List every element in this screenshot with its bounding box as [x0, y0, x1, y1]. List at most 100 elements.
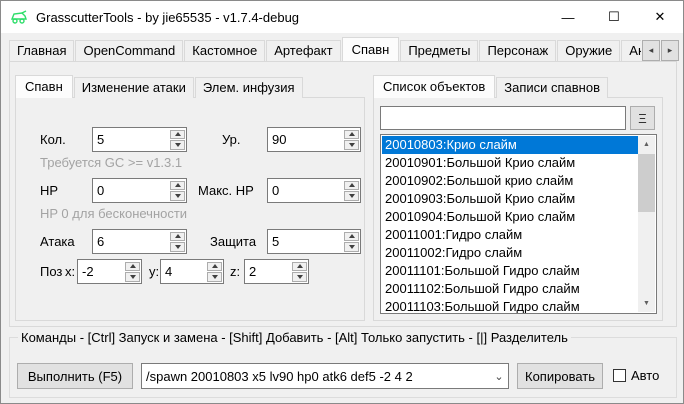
tab-zapisi-spavnov[interactable]: Записи спавнов: [496, 77, 608, 98]
hp-stepper[interactable]: 0: [92, 178, 187, 203]
tab-scroll-left-icon[interactable]: ◂: [642, 40, 660, 61]
def-value[interactable]: 5: [268, 230, 343, 253]
list-item[interactable]: 20011102:Большой Гидро слайм: [382, 280, 638, 298]
close-button[interactable]: ✕: [637, 1, 683, 33]
main-tab-strip: Главная OpenCommand Кастомное Артефакт С…: [9, 37, 677, 61]
def-label: Защита: [210, 229, 256, 254]
titlebar: GrasscutterTools - by jie65535 - v1.7.4-…: [1, 1, 683, 33]
subtab-izmenenie-ataki[interactable]: Изменение атаки: [74, 77, 194, 98]
gc-version-note: Требуется GC >= v1.3.1: [40, 155, 182, 171]
pos-x-down-icon[interactable]: [125, 272, 140, 282]
auto-checkbox[interactable]: [613, 369, 626, 382]
list-item[interactable]: 20011101:Большой Гидро слайм: [382, 262, 638, 280]
app-window: GrasscutterTools - by jie65535 - v1.7.4-…: [0, 0, 684, 404]
commands-group-label: Команды - [Ctrl] Запуск и замена - [Shif…: [18, 330, 571, 345]
list-item[interactable]: 20011002:Гидро слайм: [382, 244, 638, 262]
auto-checkbox-label: Авто: [631, 363, 659, 388]
minimize-button[interactable]: —: [545, 1, 591, 33]
list-item[interactable]: 20010903:Большой Крио слайм: [382, 190, 638, 208]
subtab-elem-infuziya[interactable]: Элем. инфузия: [195, 77, 303, 98]
scroll-up-icon[interactable]: ▲: [638, 136, 655, 153]
pos-x-stepper[interactable]: -2: [77, 259, 142, 284]
pos-x-value[interactable]: -2: [78, 260, 124, 283]
def-down-icon[interactable]: [344, 242, 359, 252]
atk-up-icon[interactable]: [170, 232, 185, 242]
maxhp-label: Макс. HP: [198, 178, 254, 203]
window-title: GrasscutterTools - by jie65535 - v1.7.4-…: [36, 10, 299, 25]
list-item[interactable]: 20010904:Большой Крио слайм: [382, 208, 638, 226]
atk-down-icon[interactable]: [170, 242, 185, 252]
pos-x-label: x:: [65, 259, 75, 284]
list-item[interactable]: 20011103:Большой Гидро слайм: [382, 298, 638, 314]
pos-y-label: y:: [149, 259, 159, 284]
hp-up-icon[interactable]: [170, 181, 185, 191]
run-button[interactable]: Выполнить (F5): [17, 363, 133, 389]
spawn-sub-tabs: Спавн Изменение атаки Элем. инфузия: [15, 75, 304, 98]
pos-x-up-icon[interactable]: [125, 262, 140, 272]
list-item[interactable]: 20010803:Крио слайм: [382, 136, 638, 154]
count-value[interactable]: 5: [93, 128, 169, 151]
main-tab-personazh[interactable]: Персонаж: [479, 40, 556, 61]
pos-y-value[interactable]: 4: [161, 260, 206, 283]
hp-value[interactable]: 0: [93, 179, 169, 202]
pos-y-down-icon[interactable]: [207, 272, 222, 282]
pos-y-up-icon[interactable]: [207, 262, 222, 272]
atk-stepper[interactable]: 6: [92, 229, 187, 254]
maxhp-down-icon[interactable]: [344, 191, 359, 201]
pos-y-stepper[interactable]: 4: [160, 259, 224, 284]
main-tab-kastomnoe[interactable]: Кастомное: [184, 40, 265, 61]
main-tab-oruzhie[interactable]: Оружие: [557, 40, 620, 61]
subtab-spavn[interactable]: Спавн: [15, 75, 73, 98]
maxhp-value[interactable]: 0: [268, 179, 343, 202]
pos-z-down-icon[interactable]: [292, 272, 307, 282]
main-tab-opencommand[interactable]: OpenCommand: [75, 40, 183, 61]
maxhp-stepper[interactable]: 0: [267, 178, 361, 203]
scrollbar-thumb[interactable]: [638, 154, 655, 212]
main-tab-predmety[interactable]: Предметы: [400, 40, 478, 61]
maximize-button[interactable]: ☐: [591, 1, 637, 33]
chevron-down-icon[interactable]: ⌄: [490, 370, 508, 383]
menu-icon[interactable]: Ξ: [630, 106, 655, 130]
app-icon: [10, 10, 28, 24]
level-up-icon[interactable]: [344, 130, 359, 140]
def-stepper[interactable]: 5: [267, 229, 361, 254]
command-text[interactable]: /spawn 20010803 x5 lv90 hp0 atk6 def5 -2…: [142, 365, 490, 388]
main-tab-artefakt[interactable]: Артефакт: [266, 40, 340, 61]
tab-spisok-obektov[interactable]: Список объектов: [373, 75, 495, 98]
main-tab-glavnaya[interactable]: Главная: [9, 40, 74, 61]
atk-label: Атака: [40, 229, 75, 254]
object-list-page: Ξ 20010803:Крио слайм 20010901:Большой К…: [373, 97, 663, 321]
object-list-tabs: Список объектов Записи спавнов: [373, 75, 609, 98]
hp-down-icon[interactable]: [170, 191, 185, 201]
level-down-icon[interactable]: [344, 140, 359, 150]
count-up-icon[interactable]: [170, 130, 185, 140]
hp-label: HP: [40, 178, 58, 203]
command-combobox[interactable]: /spawn 20010803 x5 lv90 hp0 atk6 def5 -2…: [141, 363, 509, 389]
pos-z-up-icon[interactable]: [292, 262, 307, 272]
list-item[interactable]: 20010901:Большой Крио слайм: [382, 154, 638, 172]
pos-z-label: z:: [230, 259, 240, 284]
count-stepper[interactable]: 5: [92, 127, 187, 152]
count-down-icon[interactable]: [170, 140, 185, 150]
object-listbox[interactable]: 20010803:Крио слайм 20010901:Большой Кри…: [380, 134, 657, 314]
hp-infinity-note: HP 0 для бесконечности: [40, 206, 187, 222]
main-tab-spavn[interactable]: Спавн: [342, 37, 400, 61]
level-stepper[interactable]: 90: [267, 127, 361, 152]
level-value[interactable]: 90: [268, 128, 343, 151]
copy-button[interactable]: Копировать: [517, 363, 603, 389]
tab-scroll-buttons: ◂ ▸: [641, 40, 679, 61]
spawn-form-page: Кол. 5 Ур. 90 Требуется GC >= v1.3.1 HP …: [15, 97, 365, 321]
def-up-icon[interactable]: [344, 232, 359, 242]
level-label: Ур.: [222, 127, 241, 152]
count-label: Кол.: [40, 127, 66, 152]
pos-z-stepper[interactable]: 2: [244, 259, 309, 284]
atk-value[interactable]: 6: [93, 230, 169, 253]
maxhp-up-icon[interactable]: [344, 181, 359, 191]
scroll-down-icon[interactable]: ▼: [638, 295, 655, 312]
pos-z-value[interactable]: 2: [245, 260, 291, 283]
list-item[interactable]: 20011001:Гидро слайм: [382, 226, 638, 244]
list-item[interactable]: 20010902:Большой крио слайм: [382, 172, 638, 190]
search-input[interactable]: [380, 106, 626, 130]
list-scrollbar[interactable]: ▲ ▼: [638, 136, 655, 312]
tab-scroll-right-icon[interactable]: ▸: [661, 40, 679, 61]
